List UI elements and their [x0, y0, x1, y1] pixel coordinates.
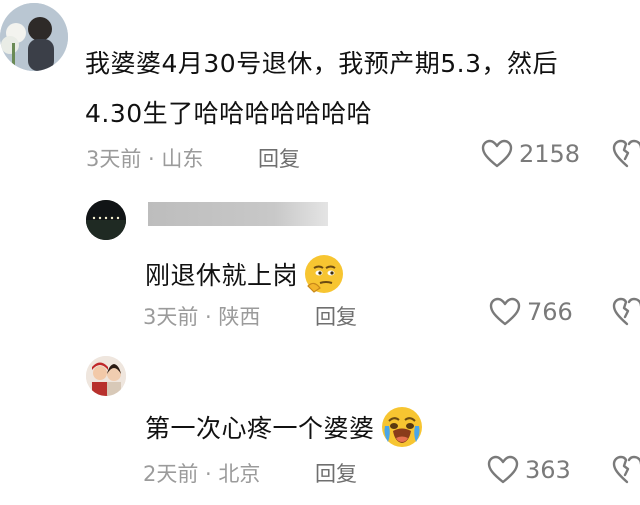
- comment-2-dislike-button[interactable]: [612, 297, 640, 331]
- thinking-face-emoji: [305, 255, 344, 293]
- comment-3-like-button[interactable]: 363: [487, 455, 571, 485]
- comment-1-like-button[interactable]: 2158: [481, 139, 580, 169]
- heart-outline-icon: [487, 455, 519, 484]
- comment-3-text-content: 第一次心疼一个婆婆: [145, 414, 375, 443]
- comment-1-dislike-button[interactable]: [612, 139, 640, 173]
- comment-1-like-count: 2158: [519, 140, 581, 168]
- comment-3-like-count: 363: [525, 456, 571, 484]
- comment-1-reply-button[interactable]: 回复: [258, 143, 300, 173]
- avatar-photo: [86, 200, 126, 240]
- comment-1-text-line-2: 4.30生了哈哈哈哈哈哈哈: [85, 99, 373, 128]
- heart-outline-icon: [481, 139, 513, 168]
- comment-1-meta: 3天前 · 山东: [86, 147, 204, 171]
- comment-2-avatar[interactable]: [86, 200, 126, 240]
- comment-3-meta: 2天前 · 北京: [143, 462, 261, 486]
- comment-2-text: 刚退休就上岗: [145, 252, 346, 296]
- comment-3-dislike-button[interactable]: [612, 455, 640, 489]
- avatar-photo: [86, 356, 126, 396]
- comment-2-meta: 3天前 · 陕西: [143, 305, 261, 329]
- crying-face-emoji: [381, 407, 422, 447]
- comment-3-text: 第一次心疼一个婆婆: [145, 404, 425, 450]
- comment-1-avatar[interactable]: [0, 3, 68, 71]
- heart-outline-icon: [489, 297, 521, 326]
- comment-1-text-line-1: 我婆婆4月30号退休，我预产期5.3，然后: [85, 49, 558, 78]
- avatar-photo: [0, 3, 68, 71]
- comment-2-like-button[interactable]: 766: [489, 297, 573, 327]
- comment-3-avatar[interactable]: [86, 356, 126, 396]
- comment-2-text-content: 刚退休就上岗: [145, 261, 299, 290]
- comment-2-like-count: 766: [527, 298, 573, 326]
- broken-heart-icon: [612, 297, 640, 326]
- broken-heart-icon: [612, 455, 640, 484]
- comment-2-username-redacted: [148, 202, 328, 226]
- comment-3-reply-button[interactable]: 回复: [315, 458, 357, 488]
- broken-heart-icon: [612, 139, 640, 168]
- comment-2-reply-button[interactable]: 回复: [315, 301, 357, 331]
